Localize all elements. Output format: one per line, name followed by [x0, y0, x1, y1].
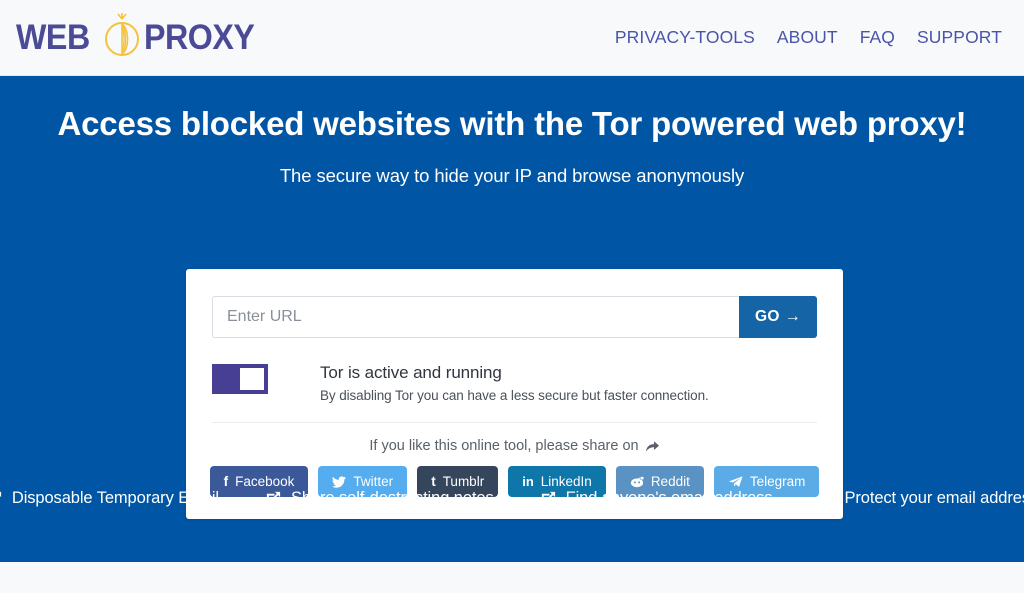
footer-links: Disposable Temporary Email Share self-de…	[0, 489, 1024, 508]
tor-status-description: By disabling Tor you can have a less sec…	[320, 388, 709, 404]
external-link-icon	[818, 490, 835, 507]
tor-toggle-text: Tor is active and running By disabling T…	[320, 362, 709, 403]
tor-toggle-row: Tor is active and running By disabling T…	[212, 362, 817, 424]
go-button[interactable]: GO →	[739, 296, 817, 338]
share-reddit-label: Reddit	[650, 474, 690, 490]
nav-support[interactable]: SUPPORT	[917, 27, 1002, 48]
share-facebook-label: Facebook	[235, 474, 295, 490]
reddit-icon	[630, 475, 644, 488]
logo-text-web: WEB	[16, 18, 90, 57]
external-link-icon	[540, 490, 557, 507]
main-navigation: PRIVACY-TOOLS ABOUT FAQ SUPPORT	[615, 27, 1002, 48]
footer-link-label: Find anyone's email address	[565, 489, 773, 507]
footer-link-label: Share self-destructing notes	[290, 489, 494, 507]
footer-link-label: Disposable Temporary Email	[11, 489, 219, 507]
tor-status-title: Tor is active and running	[320, 363, 502, 382]
share-telegram-label: Telegram	[749, 474, 806, 490]
twitter-icon	[332, 476, 347, 488]
nav-faq[interactable]: FAQ	[860, 27, 895, 48]
hero-section: Access blocked websites with the Tor pow…	[0, 76, 1024, 562]
tor-toggle-switch[interactable]	[212, 364, 268, 394]
page-bottom-strip	[0, 562, 1024, 593]
arrow-right-icon: →	[784, 308, 802, 325]
page-subtitle: The secure way to hide your IP and brows…	[279, 164, 745, 186]
url-form: GO →	[212, 296, 817, 338]
go-button-label: GO	[754, 308, 780, 325]
footer-link-label: Protect your email address	[844, 489, 1024, 507]
site-logo[interactable]: WEB PROXY	[16, 12, 264, 63]
site-header: WEB PROXY PRIVACY-TOOLS ABOUT FAQ SUPPOR…	[0, 0, 1024, 76]
nav-privacy-tools[interactable]: PRIVACY-TOOLS	[615, 27, 755, 48]
telegram-icon	[728, 475, 743, 488]
nav-about[interactable]: ABOUT	[777, 27, 838, 48]
tor-onion-icon	[100, 12, 144, 63]
footer-link-protect-email[interactable]: Protect your email address	[818, 489, 1024, 508]
external-link-icon	[0, 490, 3, 507]
logo-text-proxy: PROXY	[144, 18, 255, 57]
tumblr-icon: t	[431, 474, 436, 490]
proxy-form-card: GO → Tor is active and running By disabl…	[186, 269, 843, 520]
footer-link-self-destructing-notes[interactable]: Share self-destructing notes	[265, 489, 494, 508]
linkedin-icon: in	[522, 474, 534, 490]
share-prompt: If you like this online tool, please sha…	[212, 438, 817, 454]
facebook-icon: f	[223, 474, 229, 490]
url-input[interactable]	[212, 296, 739, 338]
external-link-icon	[265, 490, 282, 507]
tor-toggle-knob	[240, 368, 264, 390]
share-linkedin-label: LinkedIn	[540, 474, 592, 490]
share-twitter-label: Twitter	[353, 474, 394, 490]
share-arrow-icon	[645, 439, 660, 453]
footer-link-disposable-email[interactable]: Disposable Temporary Email	[0, 489, 219, 508]
share-prompt-label: If you like this online tool, please sha…	[369, 438, 639, 455]
share-tumblr-label: Tumblr	[442, 474, 485, 490]
footer-link-find-email[interactable]: Find anyone's email address	[540, 489, 773, 508]
page-title: Access blocked websites with the Tor pow…	[57, 105, 967, 142]
